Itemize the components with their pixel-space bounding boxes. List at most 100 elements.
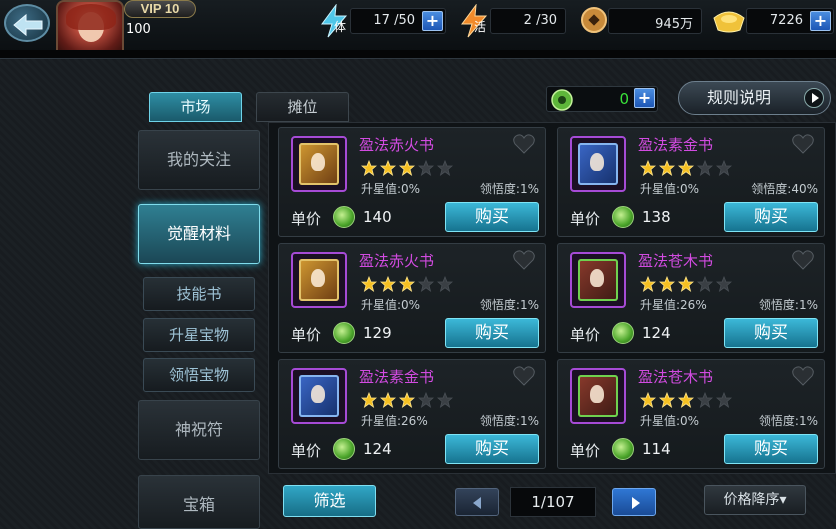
prev-page-button[interactable] bbox=[455, 488, 499, 516]
jade-add-button[interactable]: + bbox=[634, 88, 655, 108]
heart-icon[interactable] bbox=[513, 250, 535, 270]
comprehension-value: 领悟度:1% bbox=[479, 298, 539, 312]
back-arrow-icon bbox=[13, 13, 43, 37]
star-icon bbox=[678, 392, 694, 408]
star-icon bbox=[659, 160, 675, 176]
upgrade-value: 升星值:0% bbox=[640, 414, 700, 428]
buy-button[interactable]: 购买 bbox=[724, 318, 818, 348]
player-level: 100 bbox=[126, 22, 151, 37]
jade-coin-icon bbox=[333, 206, 355, 228]
star-icon bbox=[716, 392, 732, 408]
star-icon bbox=[380, 160, 396, 176]
sort-dropdown[interactable]: 价格降序▾ bbox=[704, 485, 806, 515]
upgrade-value: 升星值:0% bbox=[361, 298, 421, 312]
item-name: 盈法苍木书 bbox=[638, 252, 714, 270]
book-cover bbox=[299, 143, 339, 185]
comprehension-value: 领悟度:1% bbox=[758, 298, 818, 312]
sidebar-item-blessing-charms[interactable]: 神祝符 bbox=[138, 400, 260, 460]
book-cover bbox=[578, 143, 618, 185]
price-label: 单价 bbox=[570, 326, 601, 344]
book-cover bbox=[299, 259, 339, 301]
star-icon bbox=[716, 276, 732, 292]
comprehension-value: 领悟度:1% bbox=[479, 414, 539, 428]
vip-badge[interactable]: VIP 10 bbox=[124, 0, 196, 18]
star-icon bbox=[361, 276, 377, 292]
buy-button[interactable]: 购买 bbox=[445, 202, 539, 232]
heart-icon[interactable] bbox=[792, 366, 814, 386]
heart-icon[interactable] bbox=[513, 366, 535, 386]
star-icon bbox=[418, 160, 434, 176]
item-book-icon[interactable] bbox=[570, 136, 626, 192]
item-book-icon[interactable] bbox=[570, 368, 626, 424]
sidebar-subitem-skill-books[interactable]: 技能书 bbox=[143, 277, 255, 311]
item-book-icon[interactable] bbox=[570, 252, 626, 308]
market-item-card[interactable]: 盈法赤火书 升星值:0% 领悟度:1% 单价 129 购买 bbox=[278, 243, 546, 353]
item-price: 138 bbox=[642, 208, 671, 226]
filter-button[interactable]: 筛选 bbox=[283, 485, 376, 517]
item-price: 140 bbox=[363, 208, 392, 226]
jade-currency-counter: 0 + bbox=[546, 86, 658, 112]
market-item-card[interactable]: 盈法素金书 升星值:0% 领悟度:40% 单价 138 购买 bbox=[557, 127, 825, 237]
star-icon bbox=[716, 160, 732, 176]
stamina-value: 17 /50 bbox=[373, 13, 415, 28]
gold-value: 7226 bbox=[769, 13, 803, 28]
tab-stall[interactable]: 摊位 bbox=[256, 92, 349, 122]
market-item-card[interactable]: 盈法素金书 升星值:26% 领悟度:1% 单价 124 购买 bbox=[278, 359, 546, 469]
book-cover bbox=[578, 375, 618, 417]
jade-coin-icon bbox=[333, 438, 355, 460]
buy-button[interactable]: 购买 bbox=[724, 202, 818, 232]
star-rating bbox=[361, 392, 456, 408]
comprehension-value: 领悟度:1% bbox=[758, 414, 818, 428]
star-icon bbox=[659, 276, 675, 292]
copper-coin-icon bbox=[581, 7, 607, 33]
jade-coin-icon bbox=[612, 322, 634, 344]
jade-coin-icon bbox=[551, 89, 573, 111]
sidebar-subitem-insight-treasures[interactable]: 领悟宝物 bbox=[143, 358, 255, 392]
item-name: 盈法素金书 bbox=[638, 136, 714, 154]
sidebar-item-watchlist[interactable]: 我的关注 bbox=[138, 130, 260, 190]
heart-icon[interactable] bbox=[792, 250, 814, 270]
star-icon bbox=[640, 392, 656, 408]
sidebar-subitem-star-treasures[interactable]: 升星宝物 bbox=[143, 318, 255, 352]
top-bar: VIP 10 100 体 17 /50 + 活 2 /30 945万 7226 … bbox=[0, 0, 836, 58]
star-icon bbox=[437, 392, 453, 408]
book-cover bbox=[578, 259, 618, 301]
back-button[interactable] bbox=[4, 4, 50, 42]
star-icon bbox=[678, 160, 694, 176]
price-label: 单价 bbox=[291, 210, 322, 228]
star-rating bbox=[361, 160, 456, 176]
star-icon bbox=[437, 160, 453, 176]
sidebar-item-awaken-materials[interactable]: 觉醒材料 bbox=[138, 204, 260, 264]
buy-button[interactable]: 购买 bbox=[445, 434, 539, 464]
book-cover bbox=[299, 375, 339, 417]
item-name: 盈法素金书 bbox=[359, 368, 435, 386]
market-item-card[interactable]: 盈法赤火书 升星值:0% 领悟度:1% 单价 140 购买 bbox=[278, 127, 546, 237]
comprehension-value: 领悟度:1% bbox=[479, 182, 539, 196]
page-indicator: 1/107 bbox=[510, 487, 596, 517]
star-icon bbox=[418, 392, 434, 408]
tab-market[interactable]: 市场 bbox=[149, 92, 242, 122]
heart-icon[interactable] bbox=[792, 134, 814, 154]
gold-add-button[interactable]: + bbox=[810, 11, 831, 31]
market-item-card[interactable]: 盈法苍木书 升星值:0% 领悟度:1% 单价 114 购买 bbox=[557, 359, 825, 469]
stamina-add-button[interactable]: + bbox=[422, 11, 443, 31]
sidebar-item-chests[interactable]: 宝箱 bbox=[138, 475, 260, 529]
item-book-icon[interactable] bbox=[291, 136, 347, 192]
star-icon bbox=[380, 276, 396, 292]
rules-button[interactable]: 规则说明 bbox=[678, 81, 831, 115]
buy-button[interactable]: 购买 bbox=[724, 434, 818, 464]
star-icon bbox=[437, 276, 453, 292]
star-icon bbox=[418, 276, 434, 292]
item-book-icon[interactable] bbox=[291, 252, 347, 308]
star-rating bbox=[640, 160, 735, 176]
star-icon bbox=[697, 276, 713, 292]
star-icon bbox=[640, 160, 656, 176]
price-label: 单价 bbox=[291, 442, 322, 460]
buy-button[interactable]: 购买 bbox=[445, 318, 539, 348]
price-label: 单价 bbox=[570, 210, 601, 228]
heart-icon[interactable] bbox=[513, 134, 535, 154]
jade-coin-icon bbox=[333, 322, 355, 344]
next-page-button[interactable] bbox=[612, 488, 656, 516]
market-item-card[interactable]: 盈法苍木书 升星值:26% 领悟度:1% 单价 124 购买 bbox=[557, 243, 825, 353]
item-book-icon[interactable] bbox=[291, 368, 347, 424]
